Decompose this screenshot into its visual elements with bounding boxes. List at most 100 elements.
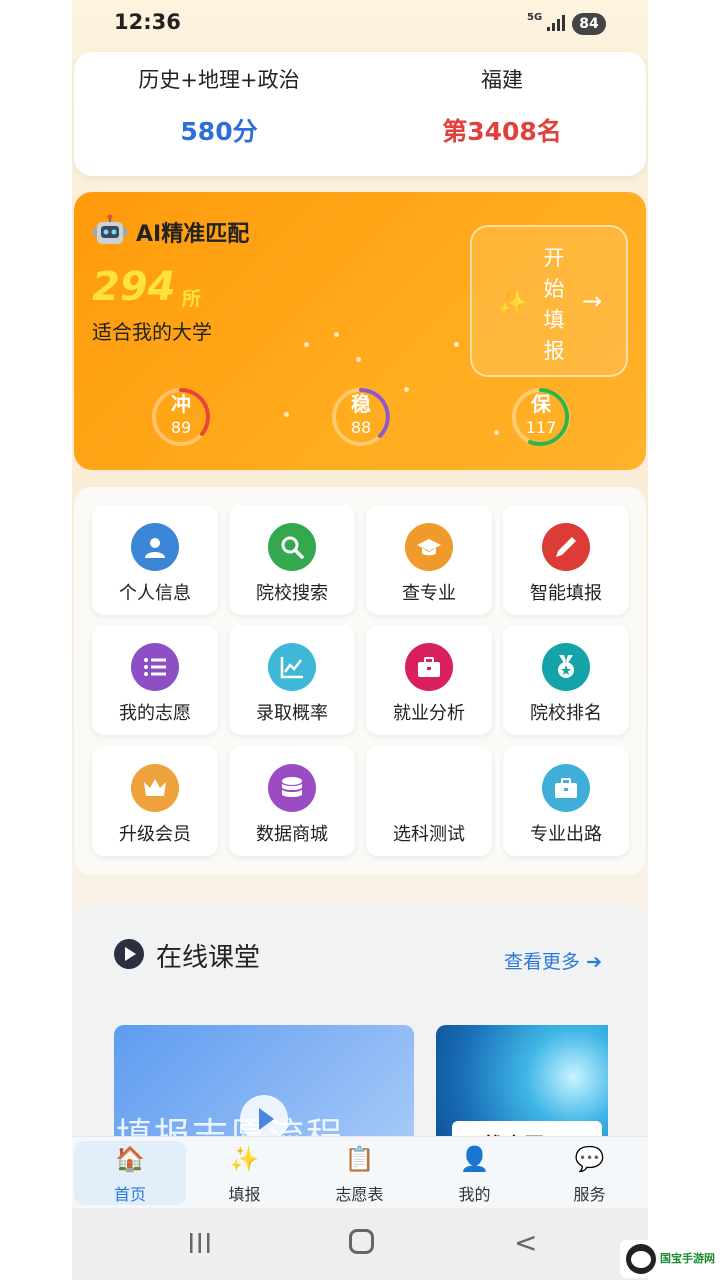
- decor-dot: [356, 357, 361, 362]
- ring-chong-value: 89: [170, 418, 192, 437]
- decor-dot: [284, 412, 289, 417]
- sparkles-icon: ✨: [229, 1145, 260, 1173]
- user-icon: [131, 523, 179, 571]
- tab-service[interactable]: 💬 服务: [532, 1137, 647, 1209]
- tab-label: 填报: [228, 1185, 261, 1204]
- ring-bao-label: 保: [531, 392, 551, 416]
- ring-bao-value: 117: [525, 418, 557, 437]
- grid-item-employment-analysis[interactable]: 就业分析: [366, 625, 492, 735]
- grid-item-label: 专业出路: [530, 824, 602, 845]
- person-icon: 👤: [459, 1145, 490, 1173]
- grid-item-label: 升级会员: [119, 824, 191, 845]
- list-icon: [131, 643, 179, 691]
- battery-icon: 84: [572, 13, 606, 35]
- search-icon: [268, 523, 316, 571]
- grid-item-label: 就业分析: [393, 703, 465, 724]
- feature-grid: 个人信息 院校搜索 查专业 智能填报 我的志愿 录取概率 就业分析 院校排名 升…: [74, 487, 646, 875]
- see-more-link[interactable]: 查看更多 ➔: [504, 947, 602, 974]
- tab-label: 服务: [573, 1185, 606, 1204]
- grid-item-label: 选科测试: [393, 824, 465, 845]
- ring-wen-value: 88: [350, 418, 372, 437]
- ai-match-card[interactable]: AI精准匹配 294 所 适合我的大学 ✨ 开 始 填 报 → 冲 89 稳 8…: [74, 192, 646, 470]
- tab-mine[interactable]: 👤 我的: [417, 1137, 532, 1209]
- right-margin: [648, 0, 720, 1280]
- status-bar: 12:36 5G 84: [72, 0, 648, 48]
- grid-item-label: 院校搜索: [256, 583, 328, 604]
- network-icon: 5G: [527, 12, 543, 23]
- grid-item-upgrade-membership[interactable]: 升级会员: [92, 746, 218, 856]
- start-char: 报: [543, 339, 565, 363]
- grid-item-smart-fill[interactable]: 智能填报: [503, 505, 629, 615]
- grid-item-check-major[interactable]: 查专业: [366, 505, 492, 615]
- ring-wen[interactable]: 稳 88: [330, 386, 392, 448]
- clipboard-icon: 📋: [344, 1145, 375, 1173]
- ring-chong[interactable]: 冲 89: [150, 386, 212, 448]
- crown-icon: [131, 764, 179, 812]
- panda-logo-icon: [626, 1244, 656, 1274]
- pen-icon: [542, 523, 590, 571]
- subject-combination: 历史+地理+政治: [138, 68, 300, 92]
- grid-item-subject-test[interactable]: 选科测试: [366, 746, 492, 856]
- tab-fill[interactable]: ✨ 填报: [187, 1137, 302, 1209]
- decor-dot: [334, 332, 339, 337]
- recents-icon[interactable]: [188, 1232, 212, 1254]
- grid-item-major-prospects[interactable]: 专业出路: [503, 746, 629, 856]
- grid-item-data-mall[interactable]: 数据商城: [229, 746, 355, 856]
- start-filling-label: 开 始 填 报: [542, 243, 566, 367]
- home-icon: 🏠: [115, 1145, 145, 1173]
- tab-wish-list[interactable]: 📋 志愿表: [302, 1137, 417, 1209]
- online-class-title: 在线课堂: [156, 943, 261, 973]
- match-count: 294: [92, 264, 176, 310]
- status-time: 12:36: [114, 10, 181, 34]
- briefcase-icon: [405, 643, 453, 691]
- grid-item-admission-probability[interactable]: 录取概率: [229, 625, 355, 735]
- arrow-right-icon: ➔: [586, 951, 602, 973]
- score-card[interactable]: 历史+地理+政治 福建 580分 第3408名: [74, 52, 646, 176]
- grid-item-label: 数据商城: [256, 824, 328, 845]
- sparkle-icon: ✨: [498, 289, 528, 317]
- robot-icon: [93, 214, 127, 244]
- system-navigation-bar: <: [72, 1208, 648, 1280]
- tab-label: 我的: [458, 1185, 491, 1204]
- grid-item-label: 查专业: [402, 583, 456, 604]
- start-filling-button[interactable]: ✨ 开 始 填 报 →: [470, 225, 628, 377]
- ring-wen-label: 稳: [351, 392, 371, 416]
- left-margin: [0, 0, 72, 1280]
- tab-home[interactable]: 🏠 首页: [74, 1141, 186, 1205]
- grid-item-label: 院校排名: [530, 703, 602, 724]
- match-subtitle: 适合我的大学: [92, 320, 212, 344]
- start-char: 填: [543, 308, 565, 332]
- start-char: 开: [543, 246, 565, 270]
- briefcase-icon: [542, 764, 590, 812]
- match-count-unit: 所: [182, 288, 202, 310]
- arrow-right-icon: →: [582, 287, 603, 315]
- grid-item-school-ranking[interactable]: 院校排名: [503, 625, 629, 735]
- back-icon[interactable]: <: [514, 1226, 537, 1259]
- tab-label: 志愿表: [335, 1185, 384, 1204]
- watermark-logo: 国宝手游网: [620, 1240, 718, 1278]
- ai-match-title: AI精准匹配: [136, 222, 250, 247]
- watermark-text: 国宝手游网: [660, 1252, 715, 1265]
- home-button-icon[interactable]: [349, 1229, 374, 1254]
- province: 福建: [481, 68, 523, 92]
- grid-item-label: 个人信息: [119, 583, 191, 604]
- grid-item-my-wishes[interactable]: 我的志愿: [92, 625, 218, 735]
- chart-line-icon: [268, 643, 316, 691]
- database-icon: [268, 764, 316, 812]
- grid-item-personal-info[interactable]: 个人信息: [92, 505, 218, 615]
- decor-dot: [454, 342, 459, 347]
- decor-dot: [404, 387, 409, 392]
- app-screen: 12:36 5G 84 历史+地理+政治 福建 580分 第3408名 AI精准: [72, 0, 648, 1280]
- grid-item-label: 智能填报: [530, 583, 602, 604]
- signal-icon: [547, 15, 565, 31]
- score-value: 580分: [180, 117, 258, 146]
- decor-dot: [304, 342, 309, 347]
- play-circle-icon: [114, 939, 144, 969]
- tab-label: 首页: [113, 1185, 146, 1204]
- ring-bao[interactable]: 保 117: [510, 386, 572, 448]
- decor-dot: [494, 430, 499, 435]
- start-char: 始: [543, 277, 565, 301]
- grid-item-school-search[interactable]: 院校搜索: [229, 505, 355, 615]
- chat-icon: 💬: [574, 1145, 605, 1173]
- rank-value: 第3408名: [442, 117, 562, 146]
